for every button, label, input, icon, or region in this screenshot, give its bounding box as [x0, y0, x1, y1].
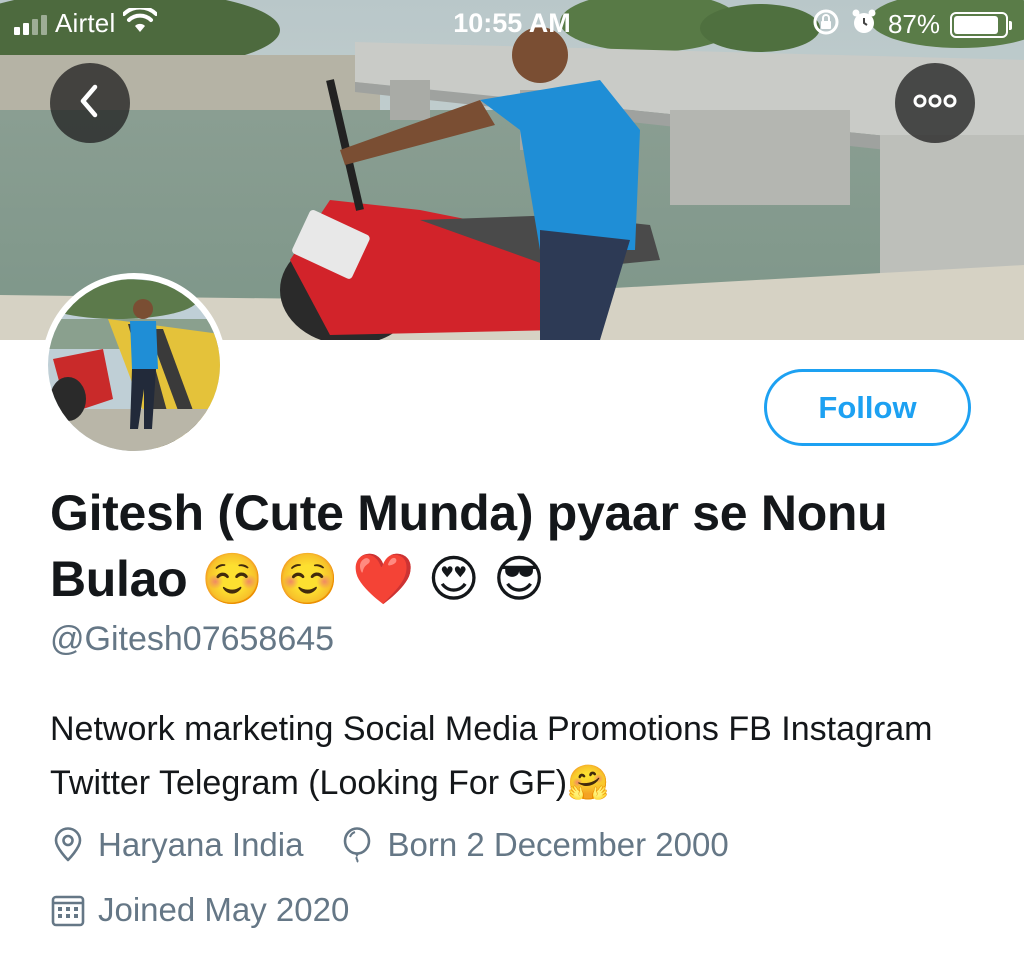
more-horizontal-icon — [913, 94, 957, 113]
location-pin-icon — [50, 827, 86, 863]
chevron-left-icon — [75, 83, 105, 124]
profile-meta-row-2: Joined May 2020 — [50, 891, 385, 929]
location-item: Haryana India — [50, 826, 303, 864]
display-name: Gitesh (Cute Munda) pyaar se Nonu Bulao … — [50, 485, 888, 607]
follow-button[interactable]: Follow — [764, 369, 971, 446]
location-text: Haryana India — [98, 826, 304, 863]
balloon-icon — [339, 827, 375, 863]
birthday-text: Born 2 December 2000 — [387, 826, 729, 863]
profile-bio: Network marketing Social Media Promotion… — [50, 710, 933, 802]
joined-text: Joined May 2020 — [98, 891, 350, 928]
battery-percent: 87% — [887, 9, 940, 39]
birthday-item: Born 2 December 2000 — [339, 826, 729, 864]
back-button[interactable] — [50, 63, 130, 143]
joined-item: Joined May 2020 — [50, 891, 349, 929]
battery-fill — [954, 15, 998, 34]
avatar-photo — [48, 279, 220, 451]
orientation-lock-icon — [812, 8, 840, 41]
status-bar: Airtel 10:55 AM 87% — [0, 0, 1024, 52]
battery-icon — [950, 11, 1012, 38]
more-options-button[interactable] — [895, 63, 975, 143]
user-handle: @Gitesh07658645 — [50, 620, 335, 658]
alarm-icon — [850, 8, 878, 41]
calendar-icon — [50, 892, 86, 928]
profile-meta-row-1: Haryana India Born 2 December 2000 — [50, 826, 765, 864]
avatar[interactable] — [42, 273, 226, 457]
